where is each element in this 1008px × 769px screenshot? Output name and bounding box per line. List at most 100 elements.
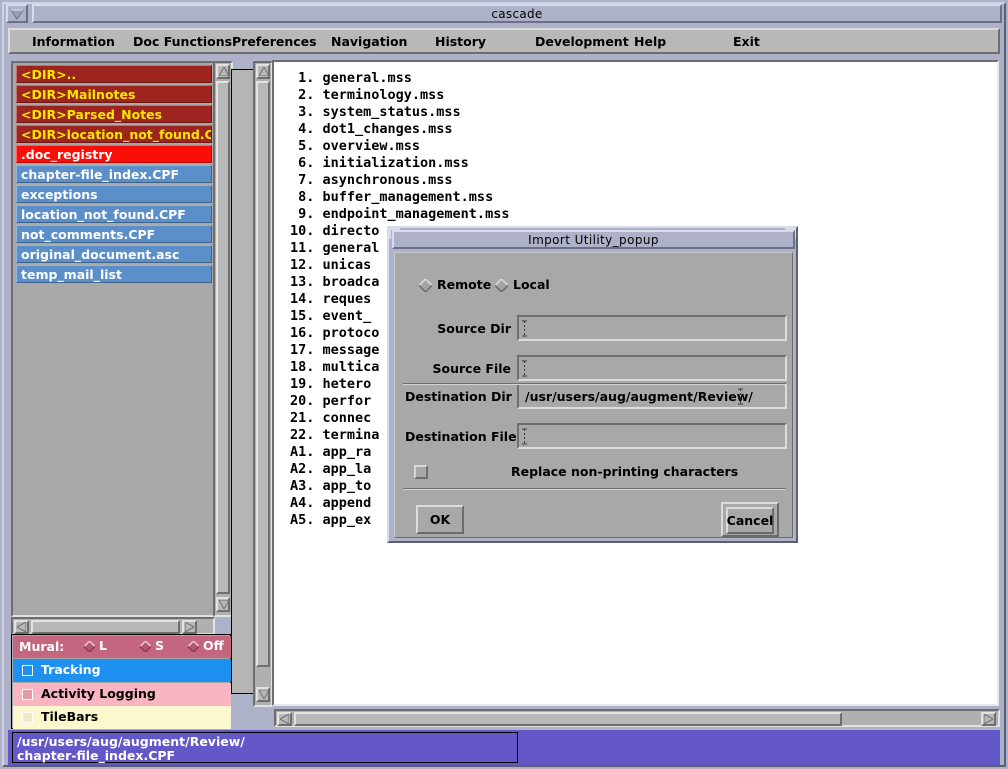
document-line[interactable]: 6. initialization.mss: [290, 155, 990, 172]
destination_dir-value: /usr/users/aug/augment/Review/: [525, 389, 753, 404]
mural-row-activity-logging[interactable]: Activity Logging: [13, 683, 231, 706]
arrow-down-icon[interactable]: [256, 687, 270, 702]
file-list: <DIR>.. <DIR>Mailnotes <DIR>Parsed_Notes <D…: [16, 65, 212, 285]
mural-row-label: Tracking: [41, 662, 101, 677]
menu-item-history[interactable]: History: [435, 33, 486, 51]
arrow-down-glyph: [259, 690, 269, 699]
menu-item-preferences[interactable]: Preferences: [232, 33, 317, 51]
arrow-right-icon[interactable]: [182, 620, 197, 634]
scroll-thumb-horizontal[interactable]: [294, 712, 842, 726]
arrow-up-glyph: [219, 67, 229, 76]
arrow-right-icon[interactable]: [981, 712, 996, 726]
cancel-button[interactable]: Cancel: [726, 507, 774, 534]
mural-control-panel: Mural: L S Off Tracking Activity Logging T…: [11, 634, 231, 729]
menu-item-help[interactable]: Help: [634, 33, 666, 51]
file-list-item[interactable]: temp_mail_list: [16, 265, 212, 283]
dialog-title: Import Utility_popup: [528, 232, 659, 247]
source_file-input[interactable]: [517, 355, 787, 381]
radio-diamond-icon[interactable]: [83, 639, 96, 654]
destination_dir-input[interactable]: /usr/users/aug/augment/Review/: [517, 383, 787, 409]
mural-row-label: TileBars: [41, 709, 99, 724]
destination_file-input[interactable]: [517, 423, 787, 449]
file-list-item[interactable]: <DIR>Mailnotes: [16, 85, 212, 103]
menu-item-doc-functions[interactable]: Doc Functions: [133, 33, 232, 51]
dialog-title-bar[interactable]: Import Utility_popup: [392, 230, 795, 249]
menu-bar: Information Doc Functions Preferences Navig…: [8, 28, 1000, 54]
arrow-left-icon[interactable]: [14, 620, 29, 634]
arrow-up-icon[interactable]: [256, 64, 270, 79]
replace-nonprinting-checkbox[interactable]: [414, 465, 428, 479]
mural-row-tracking[interactable]: Tracking: [13, 659, 231, 682]
file-list-item[interactable]: not_comments.CPF: [16, 225, 212, 243]
mural-row-tilebars[interactable]: TileBars: [13, 706, 231, 729]
destination_dir-label: Destination Dir: [405, 389, 512, 404]
title-bar: cascade: [6, 4, 1002, 23]
arrow-right-glyph: [984, 714, 993, 724]
arrow-right-glyph: [185, 622, 194, 632]
document-line[interactable]: 9. endpoint_management.mss: [290, 206, 990, 223]
text-caret-icon: [522, 360, 527, 377]
mural-radio-label: Off: [203, 638, 224, 653]
file-list-item[interactable]: <DIR>location_not_found.CPF.d: [16, 125, 212, 143]
arrow-up-glyph: [259, 67, 269, 76]
text-caret-icon: [522, 320, 527, 337]
arrow-up-icon[interactable]: [216, 64, 230, 79]
file-list-item[interactable]: chapter-file_index.CPF: [16, 165, 212, 183]
file-list-vertical-scrollbar[interactable]: [213, 61, 233, 617]
scroll-thumb[interactable]: [216, 81, 230, 594]
menu-item-navigation[interactable]: Navigation: [331, 33, 407, 51]
file-list-panel: <DIR>.. <DIR>Mailnotes <DIR>Parsed_Notes <D…: [11, 61, 215, 617]
arrow-down-glyph: [219, 600, 229, 609]
file-list-item[interactable]: exceptions: [16, 185, 212, 203]
scroll-thumb-horizontal[interactable]: [31, 620, 180, 634]
document-line[interactable]: 4. dot1_changes.mss: [290, 121, 990, 138]
document-horizontal-scrollbar[interactable]: [274, 709, 1000, 727]
status-path-box: /usr/users/aug/augment/Review/ chapter-f…: [12, 732, 518, 763]
checkbox-icon[interactable]: [22, 712, 33, 723]
document-line[interactable]: 1. general.mss: [290, 70, 990, 87]
mural-row-label: Activity Logging: [41, 686, 156, 701]
mural-radio-group: L S Off: [12, 635, 232, 657]
mural-vertical-scrollbar[interactable]: [253, 61, 273, 707]
status-file-name: chapter-file_index.CPF: [17, 748, 176, 763]
window-menu-triangle-icon[interactable]: [6, 4, 28, 23]
dialog-body: Remote Local Source Dir Source File Destina…: [394, 252, 793, 538]
file-list-item[interactable]: <DIR>..: [16, 65, 212, 83]
destination_file-label: Destination File: [405, 429, 517, 444]
mural-radio-label: L: [99, 638, 107, 653]
dialog-fields: Source Dir Source File Destination Dir/usr…: [395, 253, 794, 463]
file-list-item[interactable]: original_document.asc: [16, 245, 212, 263]
arrow-left-icon[interactable]: [277, 712, 292, 726]
text-caret-icon: [738, 388, 743, 405]
source_file-label: Source File: [432, 361, 511, 376]
source_dir-input[interactable]: [517, 315, 787, 341]
document-line[interactable]: 5. overview.mss: [290, 138, 990, 155]
scroll-thumb[interactable]: [256, 81, 270, 667]
file-list-item[interactable]: <DIR>Parsed_Notes: [16, 105, 212, 123]
checkbox-icon[interactable]: [22, 665, 33, 676]
radio-diamond-icon[interactable]: [187, 639, 200, 654]
file-list-item[interactable]: .doc_registry: [16, 145, 212, 163]
file-list-item[interactable]: location_not_found.CPF: [16, 205, 212, 223]
status-directory-path: /usr/users/aug/augment/Review/: [17, 734, 245, 749]
source_dir-label: Source Dir: [437, 321, 511, 336]
status-bar: /usr/users/aug/augment/Review/ chapter-f…: [8, 730, 1000, 765]
document-line[interactable]: 2. terminology.mss: [290, 87, 990, 104]
document-line[interactable]: 8. buffer_management.mss: [290, 189, 990, 206]
application-window: cascade Information Doc Functions Preferen…: [0, 0, 1008, 769]
arrow-down-icon[interactable]: [216, 597, 230, 612]
ok-button[interactable]: OK: [416, 505, 464, 534]
document-line[interactable]: 7. asynchronous.mss: [290, 172, 990, 189]
mural-radio-label: S: [155, 638, 165, 653]
menu-item-development[interactable]: Development: [535, 33, 629, 51]
window-title: cascade: [491, 6, 543, 21]
text-caret-icon: [522, 428, 527, 445]
document-line[interactable]: 3. system_status.mss: [290, 104, 990, 121]
import-utility-dialog: Import Utility_popup Remote Local Source …: [387, 226, 798, 543]
radio-diamond-icon[interactable]: [139, 639, 152, 654]
menu-item-information[interactable]: Information: [32, 33, 115, 51]
checkbox-icon[interactable]: [22, 689, 33, 700]
menu-item-exit[interactable]: Exit: [733, 33, 760, 51]
arrow-left-glyph: [17, 622, 26, 632]
file-list-horizontal-scrollbar[interactable]: [11, 617, 215, 635]
